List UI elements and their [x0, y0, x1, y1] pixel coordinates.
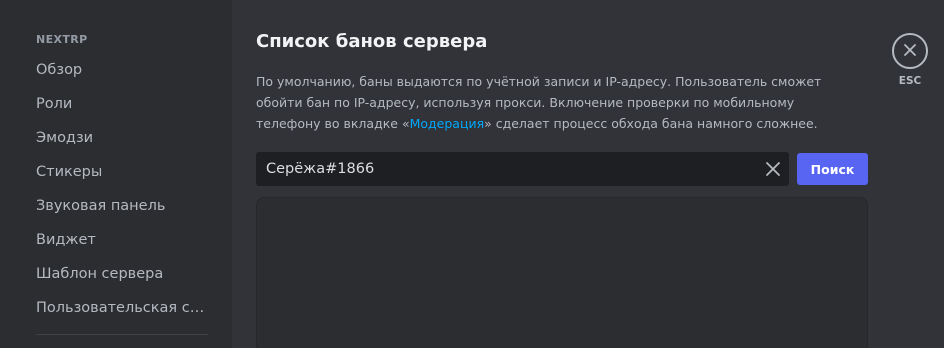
- moderation-link[interactable]: Модерация: [410, 116, 485, 131]
- bans-page: Список банов сервера По умолчанию, баны …: [256, 0, 868, 348]
- close-icon: [903, 42, 917, 61]
- bans-description: По умолчанию, баны выдаются по учётной з…: [256, 71, 836, 134]
- sidebar-item-stickers[interactable]: Стикеры: [36, 155, 208, 189]
- page-title: Список банов сервера: [256, 31, 488, 52]
- search-button[interactable]: Поиск: [797, 153, 868, 185]
- close-button[interactable]: [892, 33, 928, 69]
- sidebar-item-emoji[interactable]: Эмодзи: [36, 121, 208, 155]
- esc-label: ESC: [898, 75, 922, 87]
- sidebar-item-soundboard[interactable]: Звуковая панель: [36, 189, 208, 223]
- sidebar-item-roles[interactable]: Роли: [36, 87, 208, 121]
- settings-nav: Обзор Роли Эмодзи Стикеры Звуковая панел…: [36, 53, 208, 325]
- sidebar-item-custom-invite-link[interactable]: Пользовательская сс...: [36, 291, 208, 325]
- sidebar-item-widget[interactable]: Виджет: [36, 223, 208, 257]
- sidebar-divider: [36, 334, 208, 335]
- close-control: ESC: [892, 33, 928, 87]
- ban-list: [256, 197, 868, 348]
- sidebar-item-overview[interactable]: Обзор: [36, 53, 208, 87]
- ban-search-box: [256, 152, 789, 186]
- server-name-header: NEXTRP: [36, 33, 88, 46]
- description-text-end: » сделает процесс обхода бана намного сл…: [484, 116, 818, 131]
- sidebar-item-server-template[interactable]: Шаблон сервера: [36, 257, 208, 291]
- settings-sidebar: NEXTRP Обзор Роли Эмодзи Стикеры Звукова…: [0, 0, 232, 348]
- server-settings-screen: NEXTRP Обзор Роли Эмодзи Стикеры Звукова…: [0, 0, 944, 348]
- clear-search-icon[interactable]: [763, 159, 783, 179]
- ban-search-input[interactable]: [266, 152, 756, 186]
